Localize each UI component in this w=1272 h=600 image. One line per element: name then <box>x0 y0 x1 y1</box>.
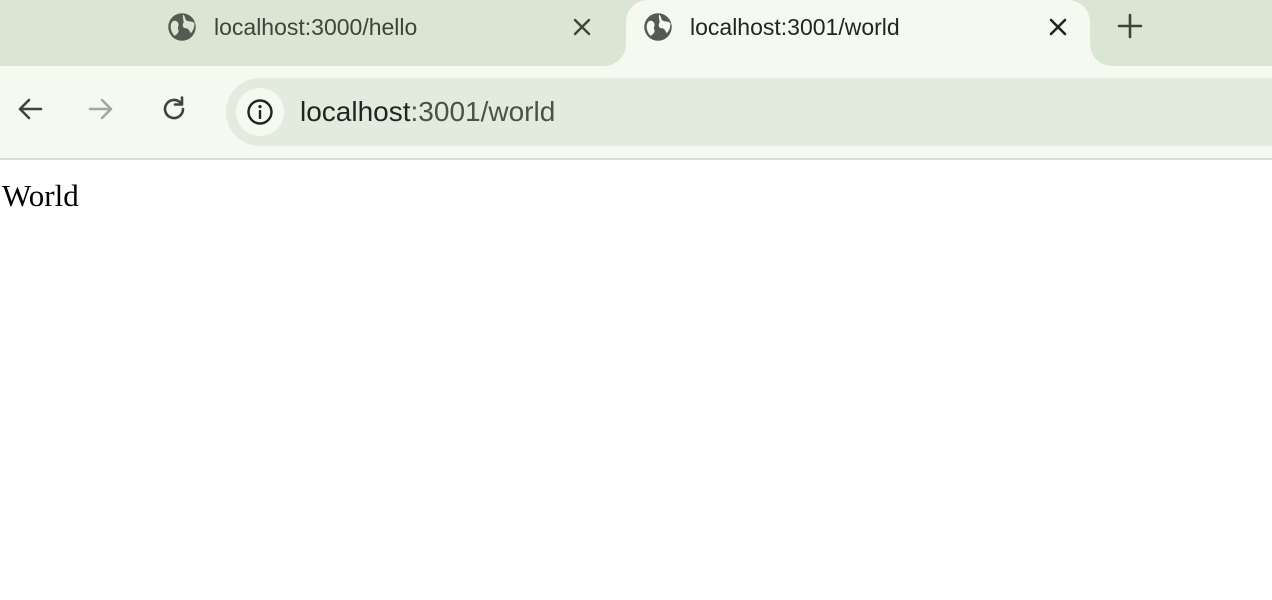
page-body-text: World <box>2 178 79 213</box>
tab-world[interactable]: localhost:3001/world <box>626 0 1090 66</box>
tab-title: localhost:3000/hello <box>214 14 418 40</box>
info-icon[interactable] <box>236 88 284 136</box>
tab-hello[interactable]: localhost:3000/hello <box>150 0 620 66</box>
close-icon[interactable] <box>568 13 596 41</box>
toolbar: localhost:3001/world <box>0 66 1272 160</box>
url-host: localhost <box>300 96 411 127</box>
reload-icon[interactable] <box>158 93 190 125</box>
browser-window: localhost:3000/hello localhost:3001/worl… <box>0 0 1272 600</box>
url-text[interactable]: localhost:3001/world <box>300 95 555 129</box>
tab-title: localhost:3001/world <box>690 14 900 40</box>
globe-icon <box>167 12 197 42</box>
tab-strip: localhost:3000/hello localhost:3001/worl… <box>0 0 1272 66</box>
address-bar[interactable]: localhost:3001/world <box>226 78 1272 146</box>
globe-icon <box>643 12 673 42</box>
close-icon[interactable] <box>1044 13 1072 41</box>
arrow-right-icon[interactable] <box>85 93 117 125</box>
url-path: :3001/world <box>410 96 556 127</box>
arrow-left-icon[interactable] <box>14 93 46 125</box>
page-content: World <box>0 160 1272 600</box>
plus-icon[interactable] <box>1114 10 1146 42</box>
